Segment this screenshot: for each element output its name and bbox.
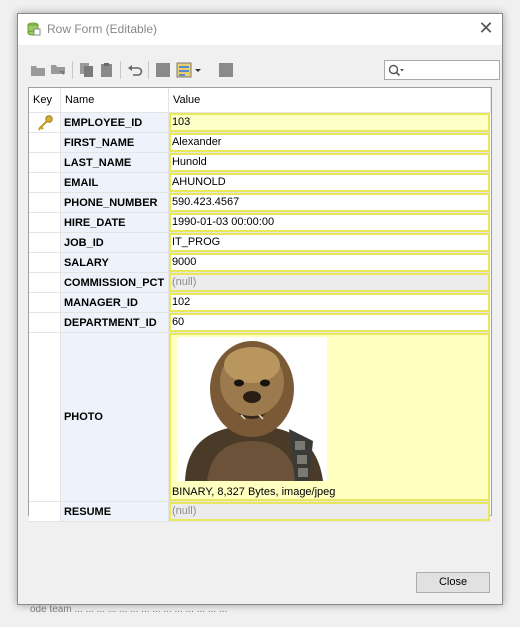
photo-caption: BINARY, 8,327 Bytes, image/jpeg [171,486,336,498]
toolbar-separator [148,61,149,79]
toolbar-separator [120,61,121,79]
key-cell [29,332,61,502]
table-row[interactable]: EMPLOYEE_ID 103 [29,112,491,133]
key-cell [29,132,61,153]
field-name: DEPARTMENT_ID [60,312,169,333]
header-row: Key Name Value [29,88,492,113]
field-value-cell[interactable]: 103 [168,112,491,133]
key-cell [29,292,61,313]
grid-view-icon[interactable] [155,62,171,78]
field-name: LAST_NAME [60,152,169,173]
row-form-grid: Key Name Value EMPLOYEE_ID 103 FIRST_NAM… [28,87,492,522]
field-value-cell[interactable]: IT_PROG [168,232,491,253]
field-value-cell[interactable]: BINARY, 8,327 Bytes, image/jpeg [168,332,491,502]
key-cell [29,192,61,213]
field-value[interactable]: Hunold [168,153,490,172]
key-cell [29,112,61,133]
key-cell [29,172,61,193]
field-value[interactable]: AHUNOLD [168,173,490,192]
key-cell [29,501,61,522]
background-status-text: ode team ... ... ... ... ... ... ... ...… [30,604,228,615]
key-cell [29,272,61,293]
toolbar-separator [72,61,73,79]
field-value-cell[interactable]: (null) [168,272,491,293]
field-name: MANAGER_ID [60,292,169,313]
undo-icon[interactable] [127,62,143,78]
copy-icon[interactable] [79,62,95,78]
detail-view-icon[interactable] [218,62,234,78]
key-cell [29,312,61,333]
key-column-header[interactable]: Key [29,88,61,113]
field-name: EMAIL [60,172,169,193]
key-cell [29,212,61,233]
name-column-header[interactable]: Name [60,88,169,113]
row-form-table: Key Name Value EMPLOYEE_ID 103 FIRST_NAM… [29,88,492,522]
portrait-image [176,337,327,481]
database-table-icon [27,22,41,36]
close-window-icon[interactable]: ✕ [476,19,496,39]
table-row-photo[interactable]: PHOTO BINARY, 8,327 Bytes, image/jpeg [29,332,491,502]
save-file-icon[interactable] [50,62,66,78]
table-row[interactable]: EMAIL AHUNOLD [29,172,491,193]
paste-icon[interactable] [99,62,115,78]
table-row[interactable]: MANAGER_ID 102 [29,292,491,313]
table-row[interactable]: JOB_ID IT_PROG [29,232,491,253]
field-name: PHOTO [60,332,169,502]
field-value[interactable]: Alexander [168,133,490,152]
field-name: PHONE_NUMBER [60,192,169,213]
close-button[interactable]: Close [416,572,490,593]
key-cell [29,252,61,273]
field-value-cell[interactable]: 590.423.4567 [168,192,491,213]
field-value-cell[interactable]: Alexander [168,132,491,153]
field-value-cell[interactable]: AHUNOLD [168,172,491,193]
form-view-icon[interactable] [176,62,192,78]
title-bar: Row Form (Editable) ✕ [18,14,502,45]
field-name: HIRE_DATE [60,212,169,233]
row-form-dialog: Row Form (Editable) ✕ Key Name Value EMP… [17,13,503,605]
field-value[interactable]: IT_PROG [168,233,490,252]
table-row[interactable]: DEPARTMENT_ID 60 [29,312,491,333]
table-row[interactable]: COMMISSION_PCT (null) [29,272,491,293]
grid-body: EMPLOYEE_ID 103 FIRST_NAME Alexander LAS… [29,112,491,522]
field-name: EMPLOYEE_ID [60,112,169,133]
field-value-cell[interactable]: 102 [168,292,491,313]
field-value[interactable]: 9000 [168,253,490,272]
field-name: RESUME [60,501,169,522]
search-box[interactable] [384,60,500,80]
field-value-cell[interactable]: 60 [168,312,491,333]
table-row[interactable]: SALARY 9000 [29,252,491,273]
field-value[interactable]: 102 [168,293,490,312]
table-row[interactable]: HIRE_DATE 1990-01-03 00:00:00 [29,212,491,233]
field-name: FIRST_NAME [60,132,169,153]
search-icon [388,64,404,77]
table-row[interactable]: FIRST_NAME Alexander [29,132,491,153]
key-cell [29,152,61,173]
field-value-cell[interactable]: (null) [168,501,491,522]
field-value-cell[interactable]: 9000 [168,252,491,273]
field-value-null[interactable]: (null) [168,273,490,292]
window-title: Row Form (Editable) [47,22,158,36]
field-value-cell[interactable]: 1990-01-03 00:00:00 [168,212,491,233]
toolbar [28,58,500,82]
field-value[interactable]: 103 [168,113,490,132]
search-input[interactable] [407,62,497,78]
chevron-down-icon[interactable] [194,62,202,78]
field-value[interactable]: 590.423.4567 [168,193,490,212]
photo-value[interactable]: BINARY, 8,327 Bytes, image/jpeg [168,333,490,501]
field-name: SALARY [60,252,169,273]
table-row[interactable]: RESUME (null) [29,501,491,522]
table-row[interactable]: PHONE_NUMBER 590.423.4567 [29,192,491,213]
table-row[interactable]: LAST_NAME Hunold [29,152,491,173]
field-name: JOB_ID [60,232,169,253]
open-file-icon[interactable] [30,62,46,78]
field-value-null[interactable]: (null) [168,502,490,521]
photo-image [176,337,327,481]
key-cell [29,232,61,253]
value-column-header[interactable]: Value [168,88,492,113]
field-value[interactable]: 1990-01-03 00:00:00 [168,213,490,232]
field-value-cell[interactable]: Hunold [168,152,491,173]
primary-key-icon [38,114,53,131]
field-name: COMMISSION_PCT [60,272,169,293]
field-value[interactable]: 60 [168,313,490,332]
